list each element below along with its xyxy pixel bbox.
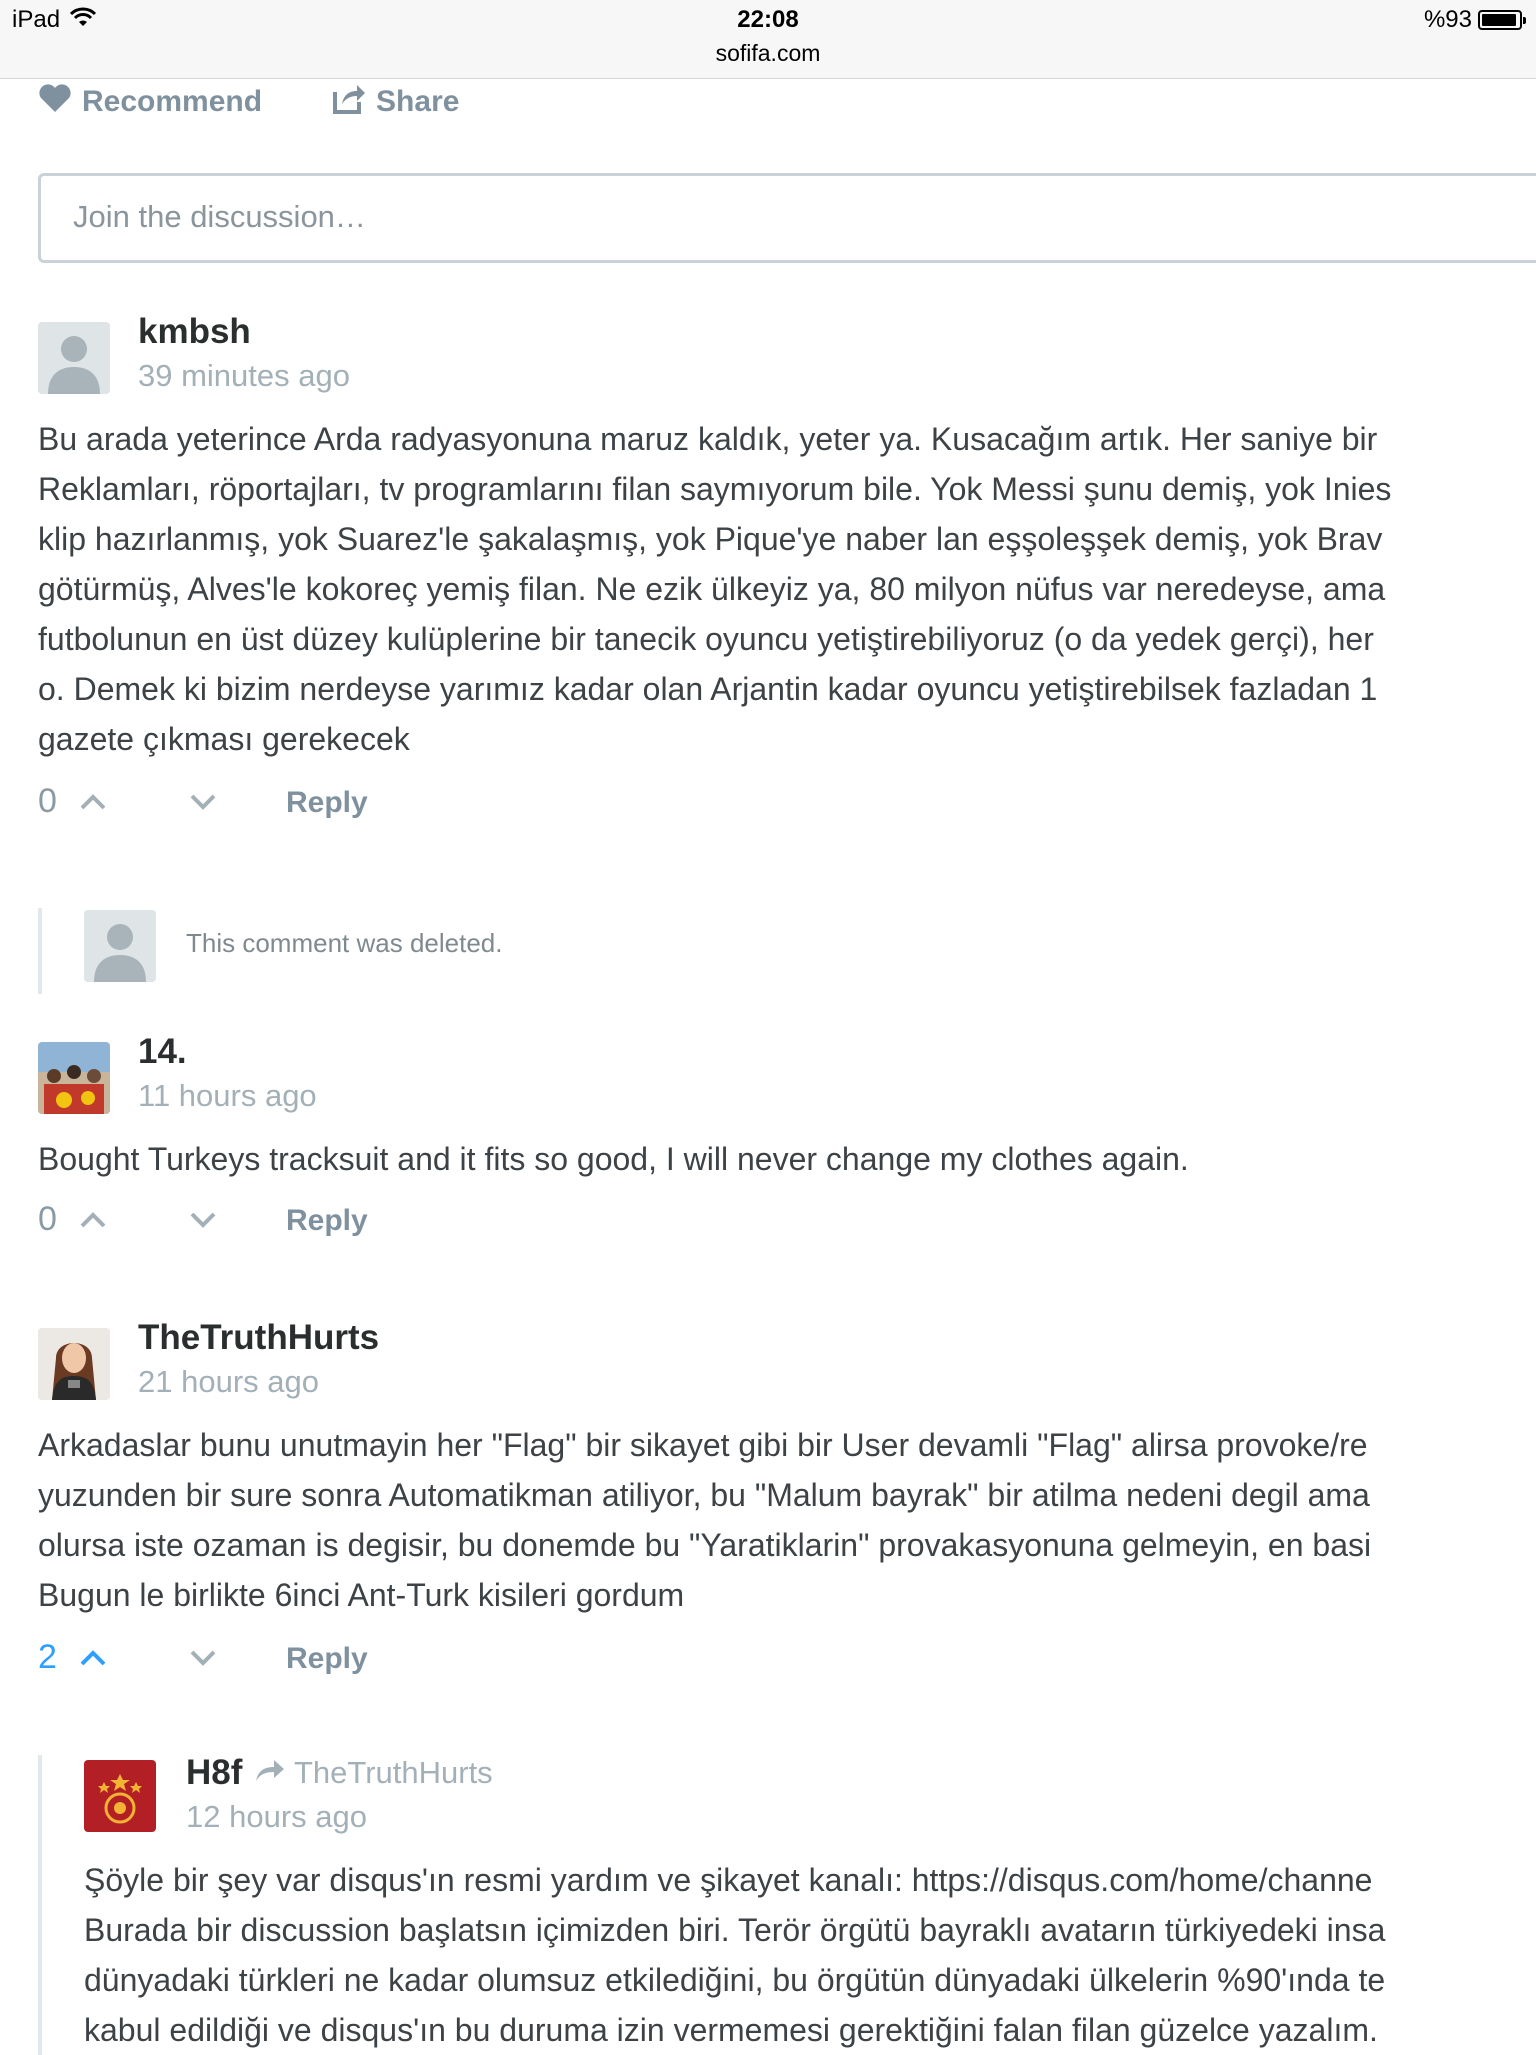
- comment-author[interactable]: TheTruthHurts: [138, 1318, 379, 1358]
- vote-row: 0: [38, 1200, 218, 1239]
- nested-reply: H8f TheTruthHurts 12 hours ago Şöyle bir…: [38, 1753, 1536, 2055]
- deleted-message: This comment was deleted.: [186, 928, 503, 958]
- comment-line: Bu arada yeterince Arda radyasyonuna mar…: [38, 421, 1378, 457]
- comment-timestamp[interactable]: 21 hours ago: [138, 1364, 319, 1400]
- parent-author[interactable]: TheTruthHurts: [294, 1755, 493, 1791]
- share-icon: [332, 82, 366, 122]
- share-button[interactable]: Share: [332, 82, 459, 122]
- heart-icon: [38, 83, 72, 121]
- vote-row: 2: [38, 1638, 218, 1677]
- user-photo-avatar[interactable]: [38, 1328, 110, 1400]
- comment-line: gazete çıkması gerekecek: [38, 721, 410, 757]
- share-label: Share: [376, 85, 460, 118]
- comment-author[interactable]: 14.: [138, 1032, 187, 1072]
- user-photo-avatar[interactable]: [38, 1042, 110, 1114]
- reply-to-parent[interactable]: TheTruthHurts: [254, 1755, 493, 1791]
- battery-icon: [1478, 10, 1526, 30]
- comment-line: Bugun le birlikte 6inci Ant-Turk kisiler…: [38, 1577, 685, 1613]
- comment-line: olursa iste ozaman is degisir, bu donemd…: [38, 1527, 1372, 1563]
- comment-line: Şöyle bir şey var disqus'ın resmi yardım…: [84, 1862, 1373, 1898]
- reply-button[interactable]: Reply: [286, 1204, 368, 1238]
- comment-composer[interactable]: [38, 173, 1536, 263]
- comment-line: klip hazırlanmış, yok Suarez'le şakalaşm…: [38, 521, 1383, 557]
- default-avatar-icon[interactable]: [38, 322, 110, 394]
- reply-button[interactable]: Reply: [286, 1642, 368, 1676]
- reply-arrow-icon: [254, 1755, 286, 1791]
- status-bar: iPad 22:08 sofifa.com %93: [0, 0, 1536, 79]
- default-avatar-icon: [84, 910, 156, 982]
- recommend-label: Recommend: [82, 85, 263, 118]
- thread-actions: Recommend Share: [38, 82, 459, 122]
- comment-body: Bu arada yeterince Arda radyasyonuna mar…: [38, 414, 1536, 764]
- comment-line: Burada bir discussion başlatsın içimizde…: [84, 1912, 1386, 1948]
- url-bar[interactable]: sofifa.com: [0, 40, 1536, 67]
- vote-count: 2: [38, 1638, 57, 1676]
- comment-line: dünyadaki türkleri ne kadar olumsuz etki…: [84, 1962, 1386, 1998]
- vote-row: 0: [38, 782, 218, 821]
- deleted-comment: This comment was deleted.: [38, 908, 1536, 994]
- upvote-chevron-icon[interactable]: [78, 782, 108, 821]
- comment-line: Reklamları, röportajları, tv programları…: [38, 471, 1392, 507]
- comment-author[interactable]: H8f: [186, 1753, 242, 1793]
- downvote-chevron-icon[interactable]: [188, 782, 218, 821]
- upvote-chevron-icon[interactable]: [78, 1200, 108, 1239]
- status-right: %93: [1423, 6, 1526, 34]
- comment-timestamp[interactable]: 11 hours ago: [138, 1078, 317, 1114]
- comment-line: o. Demek ki bizim nerdeyse yarımız kadar…: [38, 671, 1378, 707]
- vote-count: 0: [38, 782, 57, 820]
- comment-line: Arkadaslar bunu unutmayin her "Flag" bir…: [38, 1427, 1368, 1463]
- clock: 22:08: [737, 6, 799, 33]
- upvote-chevron-icon[interactable]: [78, 1638, 108, 1677]
- reply-button[interactable]: Reply: [286, 786, 368, 820]
- downvote-chevron-icon[interactable]: [188, 1638, 218, 1677]
- comment-body: Arkadaslar bunu unutmayin her "Flag" bir…: [38, 1420, 1536, 1620]
- comment-line: Bought Turkeys tracksuit and it fits so …: [38, 1141, 1189, 1177]
- lion-crest-avatar[interactable]: [84, 1760, 156, 1832]
- downvote-chevron-icon[interactable]: [188, 1200, 218, 1239]
- comment-line: götürmüş, Alves'le kokoreç yemiş filan. …: [38, 571, 1386, 607]
- comment-timestamp[interactable]: 39 minutes ago: [138, 358, 350, 394]
- vote-count: 0: [38, 1200, 57, 1238]
- battery-percent: %93: [1423, 6, 1472, 33]
- comment-line: futbolunun en üst düzey kulüplerine bir …: [38, 621, 1374, 657]
- comment-body: Bought Turkeys tracksuit and it fits so …: [38, 1134, 1536, 1184]
- comment-line: yuzunden bir sure sonra Automatikman ati…: [38, 1477, 1370, 1513]
- comment-author[interactable]: kmbsh: [138, 312, 251, 352]
- join-discussion-input[interactable]: [71, 198, 1475, 236]
- recommend-button[interactable]: Recommend: [38, 82, 262, 122]
- comment-timestamp[interactable]: 12 hours ago: [186, 1799, 367, 1835]
- comment-body: Şöyle bir şey var disqus'ın resmi yardım…: [84, 1855, 1536, 2055]
